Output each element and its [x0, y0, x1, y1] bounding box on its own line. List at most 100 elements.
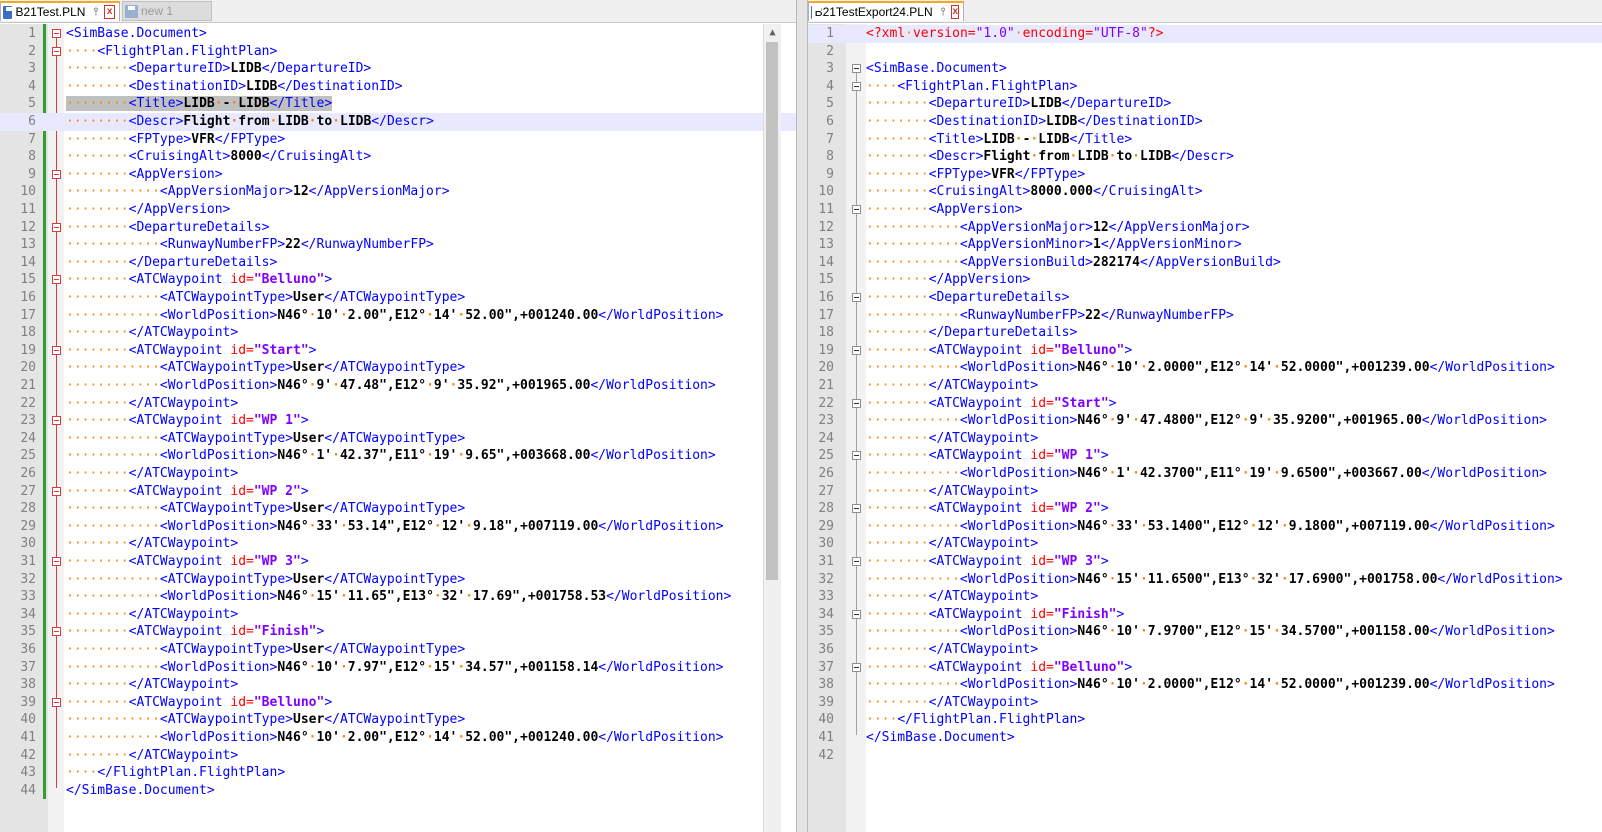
code-line[interactable]: 20 ············<WorldPosition>N46°·10'·2.…	[808, 359, 1602, 377]
code-line[interactable]: 36 ············<ATCWaypointType>User</ATC…	[0, 641, 796, 659]
code-line[interactable]: 29 ············<WorldPosition>N46°·33'·53…	[0, 518, 796, 536]
code-line[interactable]: 20 ············<ATCWaypointType>User</ATC…	[0, 359, 796, 377]
fold-minus-icon[interactable]	[851, 662, 861, 672]
fold-minus-icon[interactable]	[851, 451, 861, 461]
fold-minus-icon[interactable]	[851, 205, 861, 214]
code-line[interactable]: 9 ········<AppVersion>	[0, 166, 796, 184]
fold-minus-icon[interactable]	[851, 345, 861, 355]
code-line[interactable]: 23 ········<ATCWaypoint id="WP 1">	[0, 412, 796, 430]
fold-minus-icon[interactable]	[51, 416, 61, 426]
code-line[interactable]: 21 ········</ATCWaypoint>	[808, 377, 1602, 395]
fold-minus-icon[interactable]	[51, 275, 61, 285]
code-editor[interactable]: 1 <?xml·version="1.0"·encoding="UTF-8"?> 2…	[808, 24, 1602, 832]
code-line[interactable]: 27 ········<ATCWaypoint id="WP 2">	[0, 483, 796, 501]
code-line[interactable]: 41 ············<WorldPosition>N46°·10'·2.…	[0, 729, 796, 747]
code-line[interactable]: 36 ········</ATCWaypoint>	[808, 641, 1602, 659]
code-line[interactable]: 15 ········</AppVersion>	[808, 271, 1602, 289]
code-line[interactable]: 5 ········<DepartureID>LIDB</DepartureID>	[808, 95, 1602, 113]
code-line[interactable]: 40 ············<ATCWaypointType>User</ATC…	[0, 711, 796, 729]
code-line[interactable]: 33 ········</ATCWaypoint>	[808, 588, 1602, 606]
code-line[interactable]: 40 ····</FlightPlan.FlightPlan>	[808, 711, 1602, 729]
code-line[interactable]: 27 ········</ATCWaypoint>	[808, 483, 1602, 501]
code-line[interactable]: 35 ········<ATCWaypoint id="Finish">	[0, 623, 796, 641]
code-line[interactable]: 30 ········</ATCWaypoint>	[0, 535, 796, 553]
vertical-scrollbar[interactable]: ▲	[763, 24, 781, 832]
code-line[interactable]: 25 ········<ATCWaypoint id="WP 1">	[808, 447, 1602, 465]
code-line[interactable]: 37 ············<WorldPosition>N46°·10'·7.…	[0, 659, 796, 677]
fold-minus-icon[interactable]	[851, 398, 861, 408]
code-line[interactable]: 19 ········<ATCWaypoint id="Belluno">	[808, 342, 1602, 360]
fold-minus-icon[interactable]	[51, 46, 61, 56]
code-line[interactable]: 28 ············<ATCWaypointType>User</ATC…	[0, 500, 796, 518]
fold-minus-icon[interactable]	[851, 557, 861, 566]
code-line[interactable]: 19 ········<ATCWaypoint id="Start">	[0, 342, 796, 360]
fold-minus-icon[interactable]	[51, 345, 61, 355]
code-line[interactable]: 16 ············<ATCWaypointType>User</ATC…	[0, 289, 796, 307]
fold-minus-icon[interactable]	[851, 293, 861, 302]
code-line[interactable]: 6 ········<DestinationID>LIDB</Destinatio…	[808, 113, 1602, 131]
code-line[interactable]: 12 ········<DepartureDetails>	[0, 219, 796, 237]
fold-minus-icon[interactable]	[51, 557, 61, 566]
code-line[interactable]: 9 ········<FPType>VFR</FPType>	[808, 166, 1602, 184]
pane-splitter[interactable]	[796, 0, 808, 832]
code-line[interactable]: 32 ············<WorldPosition>N46°·15'·11…	[808, 571, 1602, 589]
code-editor[interactable]: 1 <SimBase.Document> 2 ····<FlightPlan.Flig…	[0, 24, 796, 832]
code-line[interactable]: 22 ········<ATCWaypoint id="Start">	[808, 395, 1602, 413]
scroll-up-arrow-icon[interactable]: ▲	[764, 24, 781, 41]
code-line[interactable]: 2 ····<FlightPlan.FlightPlan>	[0, 43, 796, 61]
code-line[interactable]: 15 ········<ATCWaypoint id="Belluno">	[0, 271, 796, 289]
code-line[interactable]: 7 ········<Title>LIDB·-·LIDB</Title>	[808, 131, 1602, 149]
code-line[interactable]: 22 ········</ATCWaypoint>	[0, 395, 796, 413]
code-line[interactable]: 14 ········</DepartureDetails>	[0, 254, 796, 272]
code-line[interactable]: 4 ········<DestinationID>LIDB</Destinatio…	[0, 78, 796, 96]
code-line[interactable]: 30 ········</ATCWaypoint>	[808, 535, 1602, 553]
code-line[interactable]: 42 ········</ATCWaypoint>	[0, 747, 796, 765]
code-line[interactable]: 14 ············<AppVersionBuild>282174</A…	[808, 254, 1602, 272]
code-line[interactable]: 7 ········<FPType>VFR</FPType>	[0, 131, 796, 149]
code-line[interactable]: 26 ········</ATCWaypoint>	[0, 465, 796, 483]
code-line[interactable]: 4 ····<FlightPlan.FlightPlan>	[808, 78, 1602, 96]
pin-icon[interactable]: ⫯	[93, 6, 98, 19]
code-line[interactable]: 6 ········<Descr>Flight·from·LIDB·to·LIDB…	[0, 113, 796, 131]
code-line[interactable]: 5 ········<Title>LIDB·-·LIDB</Title>	[0, 95, 796, 113]
code-line[interactable]: 41 </SimBase.Document>	[808, 729, 1602, 747]
code-line[interactable]: 10 ········<CruisingAlt>8000.000</Cruisin…	[808, 183, 1602, 201]
fold-minus-icon[interactable]	[851, 609, 861, 619]
code-line[interactable]: 32 ············<ATCWaypointType>User</ATC…	[0, 571, 796, 589]
fold-minus-icon[interactable]	[851, 504, 861, 514]
pin-icon[interactable]: ⫯	[941, 6, 946, 19]
code-line[interactable]: 11 ········</AppVersion>	[0, 201, 796, 219]
tab-b21testexport24[interactable]: B21TestExport24.PLN ⫯ x	[808, 1, 964, 21]
code-line[interactable]: 11 ········<AppVersion>	[808, 201, 1602, 219]
code-line[interactable]: 17 ············<WorldPosition>N46°·10'·2.…	[0, 307, 796, 325]
code-line[interactable]: 23 ············<WorldPosition>N46°·9'·47.…	[808, 412, 1602, 430]
code-line[interactable]: 37 ········<ATCWaypoint id="Belluno">	[808, 659, 1602, 677]
tab-new-1[interactable]: new 1	[122, 1, 212, 21]
code-line[interactable]: 38 ········</ATCWaypoint>	[0, 676, 796, 694]
fold-minus-icon[interactable]	[851, 81, 861, 91]
code-line[interactable]: 39 ········<ATCWaypoint id="Belluno">	[0, 694, 796, 712]
code-line[interactable]: 34 ········<ATCWaypoint id="Finish">	[808, 606, 1602, 624]
code-line[interactable]: 34 ········</ATCWaypoint>	[0, 606, 796, 624]
scrollbar-thumb[interactable]	[766, 42, 778, 580]
code-line[interactable]: 1 <SimBase.Document>	[0, 25, 796, 43]
code-line[interactable]: 3 <SimBase.Document>	[808, 60, 1602, 78]
code-line[interactable]: 44 </SimBase.Document>	[0, 782, 796, 800]
code-line[interactable]: 17 ············<RunwayNumberFP>22</Runway…	[808, 307, 1602, 325]
code-line[interactable]: 35 ············<WorldPosition>N46°·10'·7.…	[808, 623, 1602, 641]
code-line[interactable]: 25 ············<WorldPosition>N46°·1'·42.…	[0, 447, 796, 465]
close-icon[interactable]: x	[951, 5, 959, 19]
code-line[interactable]: 31 ········<ATCWaypoint id="WP 3">	[808, 553, 1602, 571]
code-line[interactable]: 12 ············<AppVersionMajor>12</AppVe…	[808, 219, 1602, 237]
fold-minus-icon[interactable]	[51, 169, 61, 179]
fold-minus-icon[interactable]	[51, 486, 61, 496]
code-line[interactable]: 31 ········<ATCWaypoint id="WP 3">	[0, 553, 796, 571]
tab-b21test[interactable]: B21Test.PLN ⫯ x	[0, 1, 120, 21]
code-line[interactable]: 2	[808, 43, 1602, 61]
code-line[interactable]: 43 ····</FlightPlan.FlightPlan>	[0, 764, 796, 782]
code-line[interactable]: 33 ············<WorldPosition>N46°·15'·11…	[0, 588, 796, 606]
code-line[interactable]: 18 ········</DepartureDetails>	[808, 324, 1602, 342]
code-line[interactable]: 42	[808, 747, 1602, 765]
fold-minus-icon[interactable]	[51, 29, 61, 38]
fold-minus-icon[interactable]	[51, 697, 61, 707]
